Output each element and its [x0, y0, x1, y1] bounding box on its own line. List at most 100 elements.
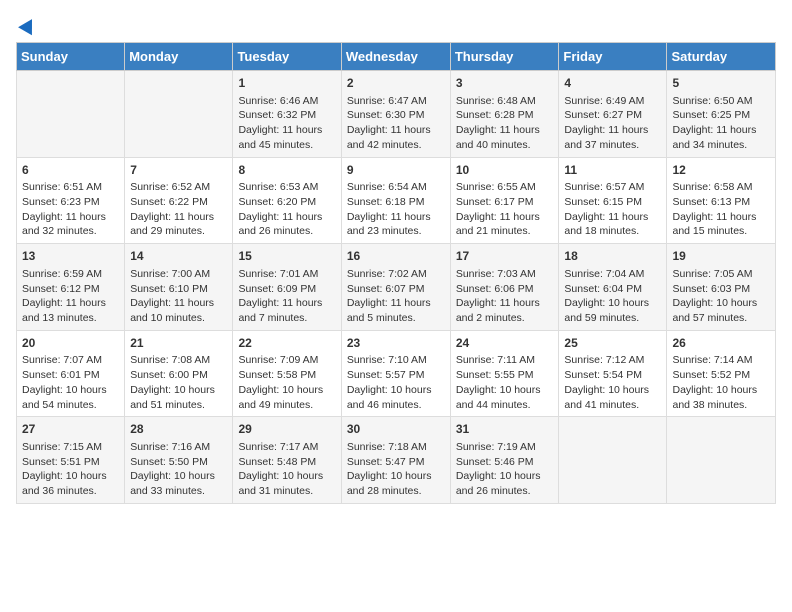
- day-detail: Sunrise: 6:47 AM Sunset: 6:30 PM Dayligh…: [347, 94, 445, 153]
- calendar-cell: 6Sunrise: 6:51 AM Sunset: 6:23 PM Daylig…: [17, 157, 125, 244]
- calendar-cell: 14 Sunrise: 7:00 AM Sunset: 6:10 PM Dayli…: [125, 244, 233, 331]
- day-detail: Sunrise: 6:53 AM Sunset: 6:20 PM Dayligh…: [238, 180, 335, 239]
- day-header-saturday: Saturday: [667, 43, 776, 71]
- day-header-thursday: Thursday: [450, 43, 559, 71]
- day-detail: Sunrise: 7:17 AM Sunset: 5:48 PM Dayligh…: [238, 440, 335, 499]
- day-detail: Sunrise: 7:07 AM Sunset: 6:01 PM Dayligh…: [22, 353, 119, 412]
- calendar-cell: 1 Sunrise: 6:46 AM Sunset: 6:32 PM Daylig…: [233, 71, 341, 158]
- page-header: [16, 16, 776, 32]
- week-row-1: 1 Sunrise: 6:46 AM Sunset: 6:32 PM Daylig…: [17, 71, 776, 158]
- day-number: 7: [130, 162, 227, 179]
- day-detail: Sunrise: 7:09 AM Sunset: 5:58 PM Dayligh…: [238, 353, 335, 412]
- day-header-monday: Monday: [125, 43, 233, 71]
- calendar-cell: [559, 417, 667, 504]
- day-number: 1: [238, 75, 335, 92]
- calendar-cell: [667, 417, 776, 504]
- day-detail: Sunrise: 7:18 AM Sunset: 5:47 PM Dayligh…: [347, 440, 445, 499]
- day-header-friday: Friday: [559, 43, 667, 71]
- week-row-2: 6Sunrise: 6:51 AM Sunset: 6:23 PM Daylig…: [17, 157, 776, 244]
- day-detail: Sunrise: 7:03 AM Sunset: 6:06 PM Dayligh…: [456, 267, 554, 326]
- day-detail: Sunrise: 7:05 AM Sunset: 6:03 PM Dayligh…: [672, 267, 770, 326]
- day-detail: Sunrise: 6:51 AM Sunset: 6:23 PM Dayligh…: [22, 180, 119, 239]
- calendar-table: SundayMondayTuesdayWednesdayThursdayFrid…: [16, 42, 776, 504]
- day-detail: Sunrise: 7:01 AM Sunset: 6:09 PM Dayligh…: [238, 267, 335, 326]
- calendar-cell: 20Sunrise: 7:07 AM Sunset: 6:01 PM Dayli…: [17, 330, 125, 417]
- calendar-cell: 31Sunrise: 7:19 AM Sunset: 5:46 PM Dayli…: [450, 417, 559, 504]
- calendar-cell: 24Sunrise: 7:11 AM Sunset: 5:55 PM Dayli…: [450, 330, 559, 417]
- calendar-cell: 8Sunrise: 6:53 AM Sunset: 6:20 PM Daylig…: [233, 157, 341, 244]
- day-detail: Sunrise: 7:02 AM Sunset: 6:07 PM Dayligh…: [347, 267, 445, 326]
- calendar-cell: [17, 71, 125, 158]
- day-number: 8: [238, 162, 335, 179]
- calendar-cell: 12Sunrise: 6:58 AM Sunset: 6:13 PM Dayli…: [667, 157, 776, 244]
- calendar-cell: 3 Sunrise: 6:48 AM Sunset: 6:28 PM Daylig…: [450, 71, 559, 158]
- day-number: 29: [238, 421, 335, 438]
- header-row: SundayMondayTuesdayWednesdayThursdayFrid…: [17, 43, 776, 71]
- day-number: 14: [130, 248, 227, 265]
- day-detail: Sunrise: 7:15 AM Sunset: 5:51 PM Dayligh…: [22, 440, 119, 499]
- calendar-cell: 10Sunrise: 6:55 AM Sunset: 6:17 PM Dayli…: [450, 157, 559, 244]
- week-row-4: 20Sunrise: 7:07 AM Sunset: 6:01 PM Dayli…: [17, 330, 776, 417]
- day-detail: Sunrise: 7:11 AM Sunset: 5:55 PM Dayligh…: [456, 353, 554, 412]
- day-number: 15: [238, 248, 335, 265]
- day-number: 4: [564, 75, 661, 92]
- day-number: 24: [456, 335, 554, 352]
- week-row-5: 27 Sunrise: 7:15 AM Sunset: 5:51 PM Dayli…: [17, 417, 776, 504]
- day-detail: Sunrise: 6:52 AM Sunset: 6:22 PM Dayligh…: [130, 180, 227, 239]
- day-detail: Sunrise: 6:50 AM Sunset: 6:25 PM Dayligh…: [672, 94, 770, 153]
- calendar-cell: 9Sunrise: 6:54 AM Sunset: 6:18 PM Daylig…: [341, 157, 450, 244]
- calendar-cell: 28Sunrise: 7:16 AM Sunset: 5:50 PM Dayli…: [125, 417, 233, 504]
- day-detail: Sunrise: 7:08 AM Sunset: 6:00 PM Dayligh…: [130, 353, 227, 412]
- day-detail: Sunrise: 7:10 AM Sunset: 5:57 PM Dayligh…: [347, 353, 445, 412]
- calendar-cell: 2Sunrise: 6:47 AM Sunset: 6:30 PM Daylig…: [341, 71, 450, 158]
- day-number: 27: [22, 421, 119, 438]
- day-header-wednesday: Wednesday: [341, 43, 450, 71]
- day-detail: Sunrise: 6:58 AM Sunset: 6:13 PM Dayligh…: [672, 180, 770, 239]
- day-number: 21: [130, 335, 227, 352]
- day-number: 19: [672, 248, 770, 265]
- day-header-sunday: Sunday: [17, 43, 125, 71]
- day-number: 23: [347, 335, 445, 352]
- calendar-cell: 29 Sunrise: 7:17 AM Sunset: 5:48 PM Dayli…: [233, 417, 341, 504]
- day-number: 25: [564, 335, 661, 352]
- day-number: 11: [564, 162, 661, 179]
- day-number: 17: [456, 248, 554, 265]
- day-detail: Sunrise: 7:00 AM Sunset: 6:10 PM Dayligh…: [130, 267, 227, 326]
- day-detail: Sunrise: 7:19 AM Sunset: 5:46 PM Dayligh…: [456, 440, 554, 499]
- logo-icon: [18, 16, 38, 36]
- day-detail: Sunrise: 6:48 AM Sunset: 6:28 PM Dayligh…: [456, 94, 554, 153]
- calendar-cell: 23Sunrise: 7:10 AM Sunset: 5:57 PM Dayli…: [341, 330, 450, 417]
- day-number: 10: [456, 162, 554, 179]
- day-number: 18: [564, 248, 661, 265]
- day-detail: Sunrise: 7:14 AM Sunset: 5:52 PM Dayligh…: [672, 353, 770, 412]
- day-detail: Sunrise: 6:49 AM Sunset: 6:27 PM Dayligh…: [564, 94, 661, 153]
- day-number: 6: [22, 162, 119, 179]
- calendar-cell: 22Sunrise: 7:09 AM Sunset: 5:58 PM Dayli…: [233, 330, 341, 417]
- day-detail: Sunrise: 6:57 AM Sunset: 6:15 PM Dayligh…: [564, 180, 661, 239]
- day-header-tuesday: Tuesday: [233, 43, 341, 71]
- day-number: 9: [347, 162, 445, 179]
- day-detail: Sunrise: 7:12 AM Sunset: 5:54 PM Dayligh…: [564, 353, 661, 412]
- day-number: 30: [347, 421, 445, 438]
- calendar-cell: 21Sunrise: 7:08 AM Sunset: 6:00 PM Dayli…: [125, 330, 233, 417]
- day-number: 5: [672, 75, 770, 92]
- calendar-cell: 7Sunrise: 6:52 AM Sunset: 6:22 PM Daylig…: [125, 157, 233, 244]
- day-detail: Sunrise: 7:16 AM Sunset: 5:50 PM Dayligh…: [130, 440, 227, 499]
- calendar-cell: 30 Sunrise: 7:18 AM Sunset: 5:47 PM Dayli…: [341, 417, 450, 504]
- day-detail: Sunrise: 6:46 AM Sunset: 6:32 PM Dayligh…: [238, 94, 335, 153]
- calendar-cell: [125, 71, 233, 158]
- day-number: 22: [238, 335, 335, 352]
- day-number: 26: [672, 335, 770, 352]
- calendar-cell: 18 Sunrise: 7:04 AM Sunset: 6:04 PM Dayli…: [559, 244, 667, 331]
- calendar-cell: 13Sunrise: 6:59 AM Sunset: 6:12 PM Dayli…: [17, 244, 125, 331]
- calendar-cell: 11Sunrise: 6:57 AM Sunset: 6:15 PM Dayli…: [559, 157, 667, 244]
- day-number: 20: [22, 335, 119, 352]
- day-number: 3: [456, 75, 554, 92]
- calendar-cell: 4 Sunrise: 6:49 AM Sunset: 6:27 PM Daylig…: [559, 71, 667, 158]
- day-detail: Sunrise: 7:04 AM Sunset: 6:04 PM Dayligh…: [564, 267, 661, 326]
- calendar-cell: 26Sunrise: 7:14 AM Sunset: 5:52 PM Dayli…: [667, 330, 776, 417]
- calendar-cell: 5 Sunrise: 6:50 AM Sunset: 6:25 PM Daylig…: [667, 71, 776, 158]
- calendar-cell: 27 Sunrise: 7:15 AM Sunset: 5:51 PM Dayli…: [17, 417, 125, 504]
- day-detail: Sunrise: 6:59 AM Sunset: 6:12 PM Dayligh…: [22, 267, 119, 326]
- calendar-cell: 17 Sunrise: 7:03 AM Sunset: 6:06 PM Dayli…: [450, 244, 559, 331]
